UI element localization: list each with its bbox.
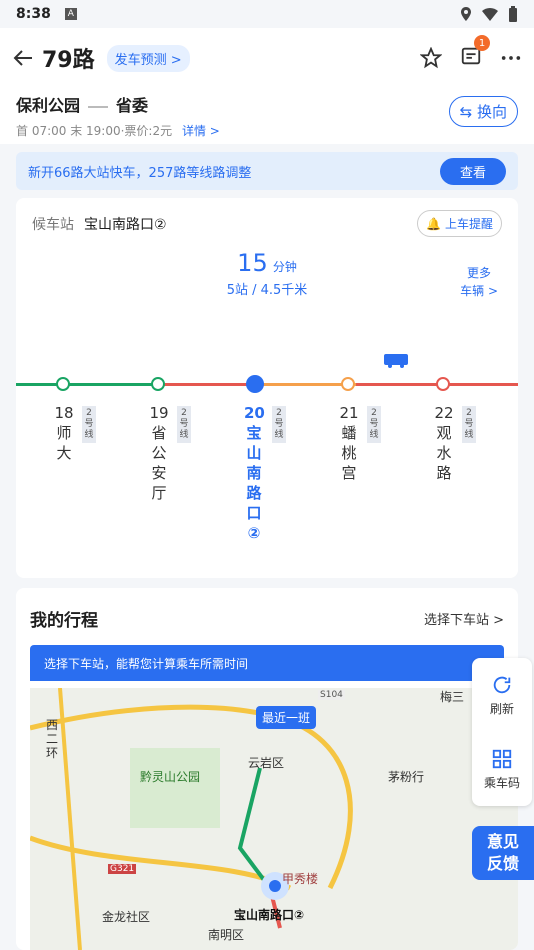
map-label-station: 宝山南路口②	[234, 908, 305, 922]
status-time: 8:38	[16, 6, 51, 22]
select-stop-button[interactable]: 选择下车站 >	[424, 609, 504, 628]
route-directions: 保利公园 省委	[16, 92, 518, 116]
stop-number: 22	[434, 404, 454, 422]
stop-label[interactable]: 19 省公安厅	[149, 403, 169, 503]
trip-title: 我的行程	[30, 611, 98, 631]
stop-name: 宝山南路口②	[246, 424, 262, 542]
message-button[interactable]: 1	[460, 35, 490, 71]
header-actions: 1	[420, 35, 522, 71]
current-stop-icon[interactable]	[246, 375, 264, 393]
map-label-west-ring: 西二环	[46, 718, 59, 760]
app-header: 79路 发车预测 > 1	[0, 28, 534, 88]
boarding-reminder-button[interactable]: 🔔 上车提醒	[417, 210, 502, 237]
side-action-panel: 刷新 乘车码	[472, 658, 532, 806]
map-label-s104: S104	[318, 690, 345, 700]
waiting-stop-name: 宝山南路口②	[84, 216, 167, 233]
route-to: 省委	[116, 96, 149, 115]
more-vehicles-button[interactable]: 更多 车辆 >	[460, 264, 498, 300]
bell-icon: 🔔	[426, 217, 442, 231]
stop-name: 观水路	[436, 424, 452, 482]
trip-tip-banner: 选择下车站，能帮您计算乘车所需时间	[30, 645, 504, 681]
timeline-segment	[16, 383, 156, 386]
status-icons	[460, 6, 518, 22]
waiting-station-row: 候车站 宝山南路口② 🔔 上车提醒	[16, 198, 518, 249]
message-badge: 1	[474, 35, 490, 51]
back-arrow-icon[interactable]	[12, 47, 34, 69]
notice-banner: 新开66路大站快车，257路等线路调整 查看	[16, 152, 518, 190]
metro-line-tag: 2号线	[177, 406, 191, 443]
map-label-nanming: 南明区	[208, 928, 245, 942]
details-link[interactable]: 详情 >	[182, 124, 220, 138]
trip-header: 我的行程 选择下车站 >	[16, 588, 518, 641]
map-label-jinlong: 金龙社区	[102, 910, 151, 924]
more-icon[interactable]	[500, 47, 522, 69]
stop-timeline: 18 师大 2号线 19 省公安厅 2号线 20 宝山南路口② 2号线 21 蟠桃宫 2…	[16, 348, 518, 578]
metro-line-tag: 2号线	[272, 406, 286, 443]
latest-bus-tag[interactable]: 最近一班	[256, 706, 317, 729]
stop-number: 20	[244, 404, 265, 422]
battery-icon	[509, 6, 517, 22]
swap-direction-button[interactable]: ⇆ 换向	[448, 96, 518, 127]
departure-forecast-button[interactable]: 发车预测 >	[106, 44, 190, 72]
stop-label[interactable]: 22 观水路	[434, 403, 454, 483]
stop-dot[interactable]	[436, 377, 450, 391]
stop-name: 蟠桃宫	[341, 424, 357, 482]
direction-arrow-icon	[88, 100, 109, 108]
stop-number: 18	[54, 404, 74, 422]
route-from: 保利公园	[16, 96, 81, 115]
metro-line-tag: 2号线	[82, 406, 96, 443]
feedback-line2: 反馈	[486, 854, 519, 873]
stop-number: 19	[149, 404, 169, 422]
stop-label[interactable]: 18 师大	[54, 403, 74, 463]
stop-card: 候车站 宝山南路口② 🔔 上车提醒 15 分钟 5站 / 4.5千米 更多 车辆…	[16, 198, 518, 578]
status-bar: 8:38 A	[0, 0, 534, 28]
refresh-icon	[493, 676, 511, 693]
notification-icon: A	[64, 8, 77, 20]
route-schedule: 首 07:00 末 19:00·票价:2元	[16, 124, 173, 138]
notice-text: 新开66路大站快车，257路等线路调整	[28, 165, 252, 181]
eta-block: 15 分钟 5站 / 4.5千米	[16, 249, 518, 298]
map-label-yunyan: 云岩区	[248, 756, 285, 770]
feedback-button[interactable]: 意见 反馈	[472, 826, 534, 880]
ride-code-button[interactable]: 乘车码	[472, 732, 532, 806]
timeline-segment	[156, 383, 256, 386]
waiting-label: 候车站	[32, 216, 74, 233]
stop-label-active[interactable]: 20 宝山南路口②	[244, 403, 265, 543]
map-label-jiaxiu: 甲秀楼	[282, 872, 319, 886]
feedback-line1: 意见	[486, 832, 519, 851]
star-icon[interactable]	[420, 47, 442, 69]
more-vehicles-line2: 车辆 >	[460, 284, 498, 298]
metro-line-tag: 2号线	[462, 406, 476, 443]
stop-number: 21	[339, 404, 359, 422]
wifi-icon	[482, 8, 498, 21]
eta-distance: 5站 / 4.5千米	[226, 283, 308, 298]
boarding-reminder-label: 上车提醒	[444, 217, 493, 231]
refresh-label: 刷新	[489, 701, 514, 716]
route-title: 79路	[42, 48, 95, 73]
refresh-button[interactable]: 刷新	[472, 658, 532, 732]
view-notice-button[interactable]: 查看	[439, 157, 506, 185]
eta-unit: 分钟	[272, 260, 297, 274]
ride-code-label: 乘车码	[483, 775, 520, 790]
eta-minutes: 15	[237, 249, 268, 277]
map-label-g321: G321	[108, 864, 137, 874]
stop-name: 师大	[56, 424, 72, 462]
stop-dot[interactable]	[56, 377, 70, 391]
stop-label[interactable]: 21 蟠桃宫	[339, 403, 359, 483]
stop-dot[interactable]	[341, 377, 355, 391]
route-meta: 首 07:00 末 19:00·票价:2元 详情 >	[16, 122, 518, 139]
stop-name: 省公安厅	[151, 424, 167, 502]
my-trip-card: 我的行程 选择下车站 > 选择下车站，能帮您计算乘车所需时间 最近一班 S104…	[16, 588, 518, 950]
map-label-qianlingshan: 黔灵山公园	[140, 770, 201, 784]
stop-dot[interactable]	[151, 377, 165, 391]
more-vehicles-line1: 更多	[467, 266, 492, 280]
qr-code-icon	[492, 749, 512, 768]
location-icon	[461, 7, 471, 21]
route-info: 保利公园 省委 首 07:00 末 19:00·票价:2元 详情 > ⇆ 换向	[0, 88, 534, 144]
map-label-meisan: 梅三	[440, 690, 465, 704]
metro-line-tag: 2号线	[367, 406, 381, 443]
map-label-maofen: 茅粉行	[388, 770, 425, 784]
bus-icon	[384, 354, 408, 368]
route-map[interactable]: 最近一班 S104 云岩区 黔灵山公园 西二环 茅粉行 G321 金龙社区 南明…	[29, 687, 518, 950]
